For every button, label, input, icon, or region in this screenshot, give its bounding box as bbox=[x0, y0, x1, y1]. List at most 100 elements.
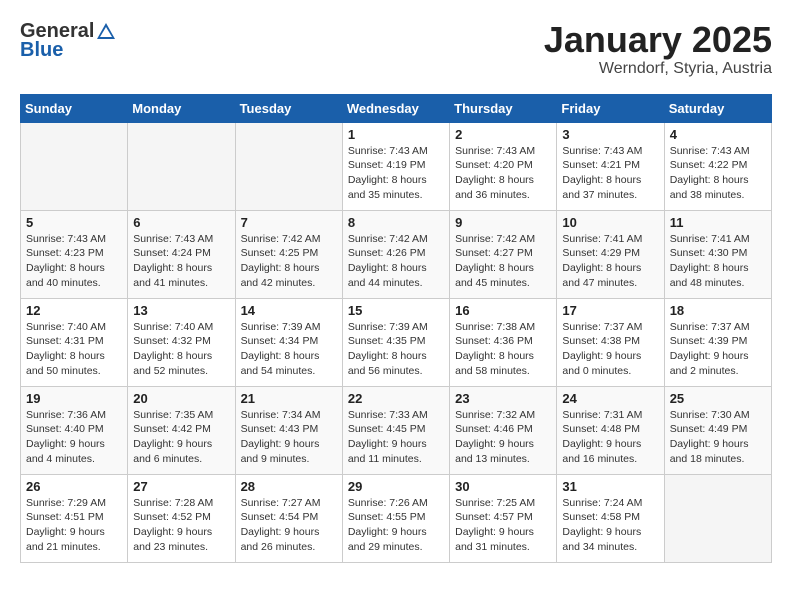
calendar-cell: 2 Sunrise: 7:43 AM Sunset: 4:20 PM Daylig… bbox=[450, 122, 557, 210]
month-title: January 2025 bbox=[544, 20, 772, 60]
calendar-cell: 25 Sunrise: 7:30 AM Sunset: 4:49 PM Dayli… bbox=[664, 386, 771, 474]
calendar-cell: 20 Sunrise: 7:35 AM Sunset: 4:42 PM Dayli… bbox=[128, 386, 235, 474]
day-number: 29 bbox=[348, 479, 444, 494]
day-number: 27 bbox=[133, 479, 229, 494]
cell-content: Sunrise: 7:25 AM Sunset: 4:57 PM Dayligh… bbox=[455, 496, 551, 555]
calendar-cell: 23 Sunrise: 7:32 AM Sunset: 4:46 PM Dayli… bbox=[450, 386, 557, 474]
cell-content: Sunrise: 7:40 AM Sunset: 4:31 PM Dayligh… bbox=[26, 320, 122, 379]
day-number: 26 bbox=[26, 479, 122, 494]
cell-content: Sunrise: 7:37 AM Sunset: 4:39 PM Dayligh… bbox=[670, 320, 766, 379]
cell-content: Sunrise: 7:39 AM Sunset: 4:34 PM Dayligh… bbox=[241, 320, 337, 379]
day-number: 30 bbox=[455, 479, 551, 494]
calendar-cell: 31Sunrise: 7:24 AM Sunset: 4:58 PM Dayli… bbox=[557, 474, 664, 562]
day-number: 23 bbox=[455, 391, 551, 406]
cell-content: Sunrise: 7:42 AM Sunset: 4:25 PM Dayligh… bbox=[241, 232, 337, 291]
day-number: 17 bbox=[562, 303, 658, 318]
calendar-cell: 18 Sunrise: 7:37 AM Sunset: 4:39 PM Dayli… bbox=[664, 298, 771, 386]
calendar-cell: 9Sunrise: 7:42 AM Sunset: 4:27 PM Daylig… bbox=[450, 210, 557, 298]
cell-content: Sunrise: 7:43 AM Sunset: 4:24 PM Dayligh… bbox=[133, 232, 229, 291]
cell-content: Sunrise: 7:34 AM Sunset: 4:43 PM Dayligh… bbox=[241, 408, 337, 467]
week-row-2: 5Sunrise: 7:43 AM Sunset: 4:23 PM Daylig… bbox=[21, 210, 772, 298]
cell-content: Sunrise: 7:40 AM Sunset: 4:32 PM Dayligh… bbox=[133, 320, 229, 379]
weekday-header-row: SundayMondayTuesdayWednesdayThursdayFrid… bbox=[21, 94, 772, 122]
weekday-header-friday: Friday bbox=[557, 94, 664, 122]
weekday-header-monday: Monday bbox=[128, 94, 235, 122]
calendar-cell: 17 Sunrise: 7:37 AM Sunset: 4:38 PM Dayli… bbox=[557, 298, 664, 386]
cell-content: Sunrise: 7:43 AM Sunset: 4:22 PM Dayligh… bbox=[670, 144, 766, 203]
calendar-cell: 19 Sunrise: 7:36 AM Sunset: 4:40 PM Dayli… bbox=[21, 386, 128, 474]
cell-content: Sunrise: 7:28 AM Sunset: 4:52 PM Dayligh… bbox=[133, 496, 229, 555]
calendar-cell: 3 Sunrise: 7:43 AM Sunset: 4:21 PM Daylig… bbox=[557, 122, 664, 210]
day-number: 11 bbox=[670, 215, 766, 230]
calendar-cell: 27 Sunrise: 7:28 AM Sunset: 4:52 PM Dayli… bbox=[128, 474, 235, 562]
day-number: 18 bbox=[670, 303, 766, 318]
day-number: 2 bbox=[455, 127, 551, 142]
day-number: 14 bbox=[241, 303, 337, 318]
weekday-header-sunday: Sunday bbox=[21, 94, 128, 122]
cell-content: Sunrise: 7:35 AM Sunset: 4:42 PM Dayligh… bbox=[133, 408, 229, 467]
day-number: 19 bbox=[26, 391, 122, 406]
calendar-cell: 28 Sunrise: 7:27 AM Sunset: 4:54 PM Dayli… bbox=[235, 474, 342, 562]
calendar-cell: 1 Sunrise: 7:43 AM Sunset: 4:19 PM Daylig… bbox=[342, 122, 449, 210]
calendar-cell: 11 Sunrise: 7:41 AM Sunset: 4:30 PM Dayli… bbox=[664, 210, 771, 298]
day-number: 21 bbox=[241, 391, 337, 406]
weekday-header-thursday: Thursday bbox=[450, 94, 557, 122]
week-row-3: 12 Sunrise: 7:40 AM Sunset: 4:31 PM Dayli… bbox=[21, 298, 772, 386]
calendar-cell bbox=[235, 122, 342, 210]
week-row-1: 1 Sunrise: 7:43 AM Sunset: 4:19 PM Daylig… bbox=[21, 122, 772, 210]
day-number: 1 bbox=[348, 127, 444, 142]
day-number: 7 bbox=[241, 215, 337, 230]
day-number: 9 bbox=[455, 215, 551, 230]
calendar-table: SundayMondayTuesdayWednesdayThursdayFrid… bbox=[20, 94, 772, 563]
day-number: 22 bbox=[348, 391, 444, 406]
cell-content: Sunrise: 7:31 AM Sunset: 4:48 PM Dayligh… bbox=[562, 408, 658, 467]
cell-content: Sunrise: 7:43 AM Sunset: 4:19 PM Dayligh… bbox=[348, 144, 444, 203]
cell-content: Sunrise: 7:37 AM Sunset: 4:38 PM Dayligh… bbox=[562, 320, 658, 379]
week-row-4: 19 Sunrise: 7:36 AM Sunset: 4:40 PM Dayli… bbox=[21, 386, 772, 474]
day-number: 20 bbox=[133, 391, 229, 406]
day-number: 8 bbox=[348, 215, 444, 230]
day-number: 15 bbox=[348, 303, 444, 318]
calendar-cell: 21 Sunrise: 7:34 AM Sunset: 4:43 PM Dayli… bbox=[235, 386, 342, 474]
day-number: 6 bbox=[133, 215, 229, 230]
calendar-cell: 13 Sunrise: 7:40 AM Sunset: 4:32 PM Dayli… bbox=[128, 298, 235, 386]
day-number: 12 bbox=[26, 303, 122, 318]
day-number: 25 bbox=[670, 391, 766, 406]
calendar-cell: 7 Sunrise: 7:42 AM Sunset: 4:25 PM Daylig… bbox=[235, 210, 342, 298]
calendar-cell: 8 Sunrise: 7:42 AM Sunset: 4:26 PM Daylig… bbox=[342, 210, 449, 298]
cell-content: Sunrise: 7:30 AM Sunset: 4:49 PM Dayligh… bbox=[670, 408, 766, 467]
day-number: 16 bbox=[455, 303, 551, 318]
calendar-cell bbox=[128, 122, 235, 210]
calendar-cell: 14 Sunrise: 7:39 AM Sunset: 4:34 PM Dayli… bbox=[235, 298, 342, 386]
cell-content: Sunrise: 7:42 AM Sunset: 4:26 PM Dayligh… bbox=[348, 232, 444, 291]
cell-content: Sunrise: 7:36 AM Sunset: 4:40 PM Dayligh… bbox=[26, 408, 122, 467]
calendar-cell: 22Sunrise: 7:33 AM Sunset: 4:45 PM Dayli… bbox=[342, 386, 449, 474]
cell-content: Sunrise: 7:41 AM Sunset: 4:30 PM Dayligh… bbox=[670, 232, 766, 291]
cell-content: Sunrise: 7:43 AM Sunset: 4:20 PM Dayligh… bbox=[455, 144, 551, 203]
calendar-cell: 6 Sunrise: 7:43 AM Sunset: 4:24 PM Daylig… bbox=[128, 210, 235, 298]
page-header: General Blue January 2025 Werndorf, Styr… bbox=[20, 20, 772, 78]
calendar-cell bbox=[664, 474, 771, 562]
weekday-header-saturday: Saturday bbox=[664, 94, 771, 122]
cell-content: Sunrise: 7:26 AM Sunset: 4:55 PM Dayligh… bbox=[348, 496, 444, 555]
calendar-cell: 15Sunrise: 7:39 AM Sunset: 4:35 PM Dayli… bbox=[342, 298, 449, 386]
cell-content: Sunrise: 7:27 AM Sunset: 4:54 PM Dayligh… bbox=[241, 496, 337, 555]
weekday-header-tuesday: Tuesday bbox=[235, 94, 342, 122]
location-subtitle: Werndorf, Styria, Austria bbox=[544, 60, 772, 78]
day-number: 13 bbox=[133, 303, 229, 318]
day-number: 3 bbox=[562, 127, 658, 142]
cell-content: Sunrise: 7:32 AM Sunset: 4:46 PM Dayligh… bbox=[455, 408, 551, 467]
day-number: 28 bbox=[241, 479, 337, 494]
cell-content: Sunrise: 7:43 AM Sunset: 4:21 PM Dayligh… bbox=[562, 144, 658, 203]
week-row-5: 26Sunrise: 7:29 AM Sunset: 4:51 PM Dayli… bbox=[21, 474, 772, 562]
day-number: 5 bbox=[26, 215, 122, 230]
cell-content: Sunrise: 7:38 AM Sunset: 4:36 PM Dayligh… bbox=[455, 320, 551, 379]
calendar-cell: 26Sunrise: 7:29 AM Sunset: 4:51 PM Dayli… bbox=[21, 474, 128, 562]
calendar-cell: 5Sunrise: 7:43 AM Sunset: 4:23 PM Daylig… bbox=[21, 210, 128, 298]
calendar-cell: 30 Sunrise: 7:25 AM Sunset: 4:57 PM Dayli… bbox=[450, 474, 557, 562]
calendar-cell bbox=[21, 122, 128, 210]
day-number: 24 bbox=[562, 391, 658, 406]
logo-icon bbox=[95, 21, 117, 43]
calendar-cell: 29 Sunrise: 7:26 AM Sunset: 4:55 PM Dayli… bbox=[342, 474, 449, 562]
weekday-header-wednesday: Wednesday bbox=[342, 94, 449, 122]
